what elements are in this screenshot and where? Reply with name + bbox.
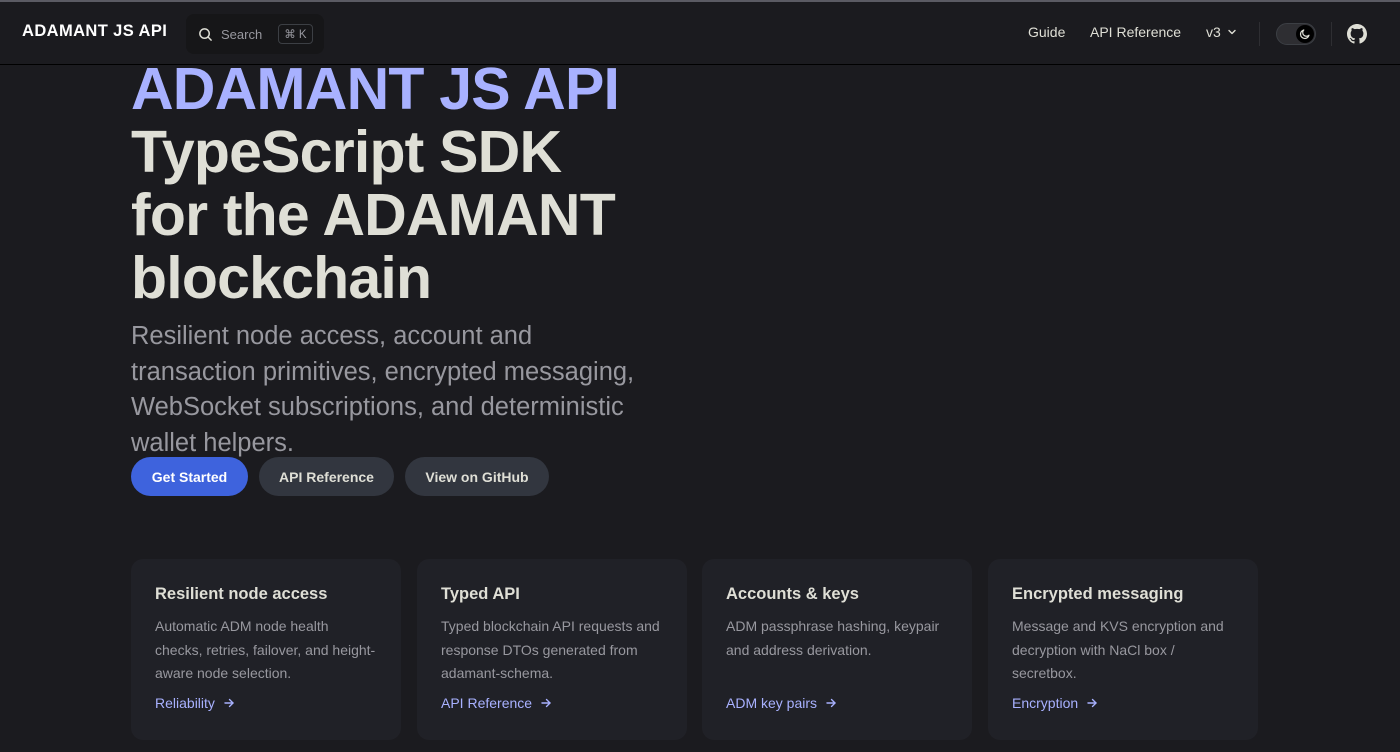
- version-dropdown[interactable]: v3: [1206, 24, 1237, 40]
- nav-link-guide[interactable]: Guide: [1028, 24, 1065, 40]
- toggle-knob: [1296, 25, 1314, 43]
- nav-divider: [1331, 22, 1332, 46]
- feature-title: Accounts & keys: [726, 585, 859, 603]
- feature-details: Automatic ADM node health checks, retrie…: [155, 618, 376, 681]
- feature-link-encryption[interactable]: Encryption: [1012, 695, 1098, 711]
- appearance-toggle[interactable]: [1276, 23, 1316, 45]
- hero-text: TypeScript SDK for the ADAMANT blockchai…: [131, 119, 616, 311]
- arrow-right-icon: [224, 698, 234, 708]
- feature-title: Resilient node access: [155, 585, 328, 603]
- feature-link-api-reference[interactable]: API Reference: [441, 695, 552, 711]
- site-title[interactable]: ADAMANT JS API: [22, 22, 167, 41]
- feature-link-adm-key-pairs[interactable]: ADM key pairs: [726, 695, 837, 711]
- api-reference-button[interactable]: API Reference: [259, 457, 394, 496]
- hero-tagline: Resilient node access, account and trans…: [131, 322, 635, 457]
- nav-divider: [1259, 22, 1260, 46]
- search-button[interactable]: Search ⌘ K: [186, 14, 324, 54]
- get-started-button[interactable]: Get Started: [131, 457, 248, 496]
- search-placeholder: Search: [221, 26, 263, 42]
- view-on-github-button[interactable]: View on GitHub: [405, 457, 549, 496]
- feature-link-label: ADM key pairs: [726, 695, 818, 711]
- feature-card-accounts-keys: Accounts & keys ADM passphrase hashing, …: [702, 559, 972, 740]
- feature-title: Encrypted messaging: [1012, 585, 1184, 603]
- arrow-right-icon: [826, 698, 836, 708]
- arrow-right-icon: [1087, 698, 1097, 708]
- version-label: v3: [1206, 24, 1221, 40]
- feature-link-label: Reliability: [155, 695, 215, 711]
- feature-title: Typed API: [441, 585, 520, 603]
- feature-link-label: API Reference: [441, 695, 533, 711]
- nav-link-api-reference[interactable]: API Reference: [1090, 24, 1181, 40]
- search-shortcut-badge: ⌘ K: [278, 24, 313, 44]
- arrow-right-icon: [541, 698, 551, 708]
- feature-link-reliability[interactable]: Reliability: [155, 695, 235, 711]
- feature-link-label: Encryption: [1012, 695, 1079, 711]
- hero-name: ADAMANT JS API: [131, 56, 620, 122]
- feature-details: ADM passphrase hashing, keypair and addr…: [726, 618, 940, 658]
- moon-icon: [1299, 29, 1310, 40]
- feature-details: Typed blockchain API requests and respon…: [441, 618, 660, 681]
- feature-details: Message and KVS encryption and decryptio…: [1012, 618, 1224, 681]
- search-icon: [199, 27, 212, 41]
- feature-card-node-access: Resilient node access Automatic ADM node…: [131, 559, 401, 740]
- hero-heading: ADAMANT JS API TypeScript SDK for the AD…: [131, 58, 751, 310]
- github-icon[interactable]: [1347, 24, 1367, 44]
- feature-card-typed-api: Typed API Typed blockchain API requests …: [417, 559, 687, 740]
- chevron-down-icon: [1228, 29, 1236, 35]
- feature-card-encrypted-messaging: Encrypted messaging Message and KVS encr…: [988, 559, 1258, 740]
